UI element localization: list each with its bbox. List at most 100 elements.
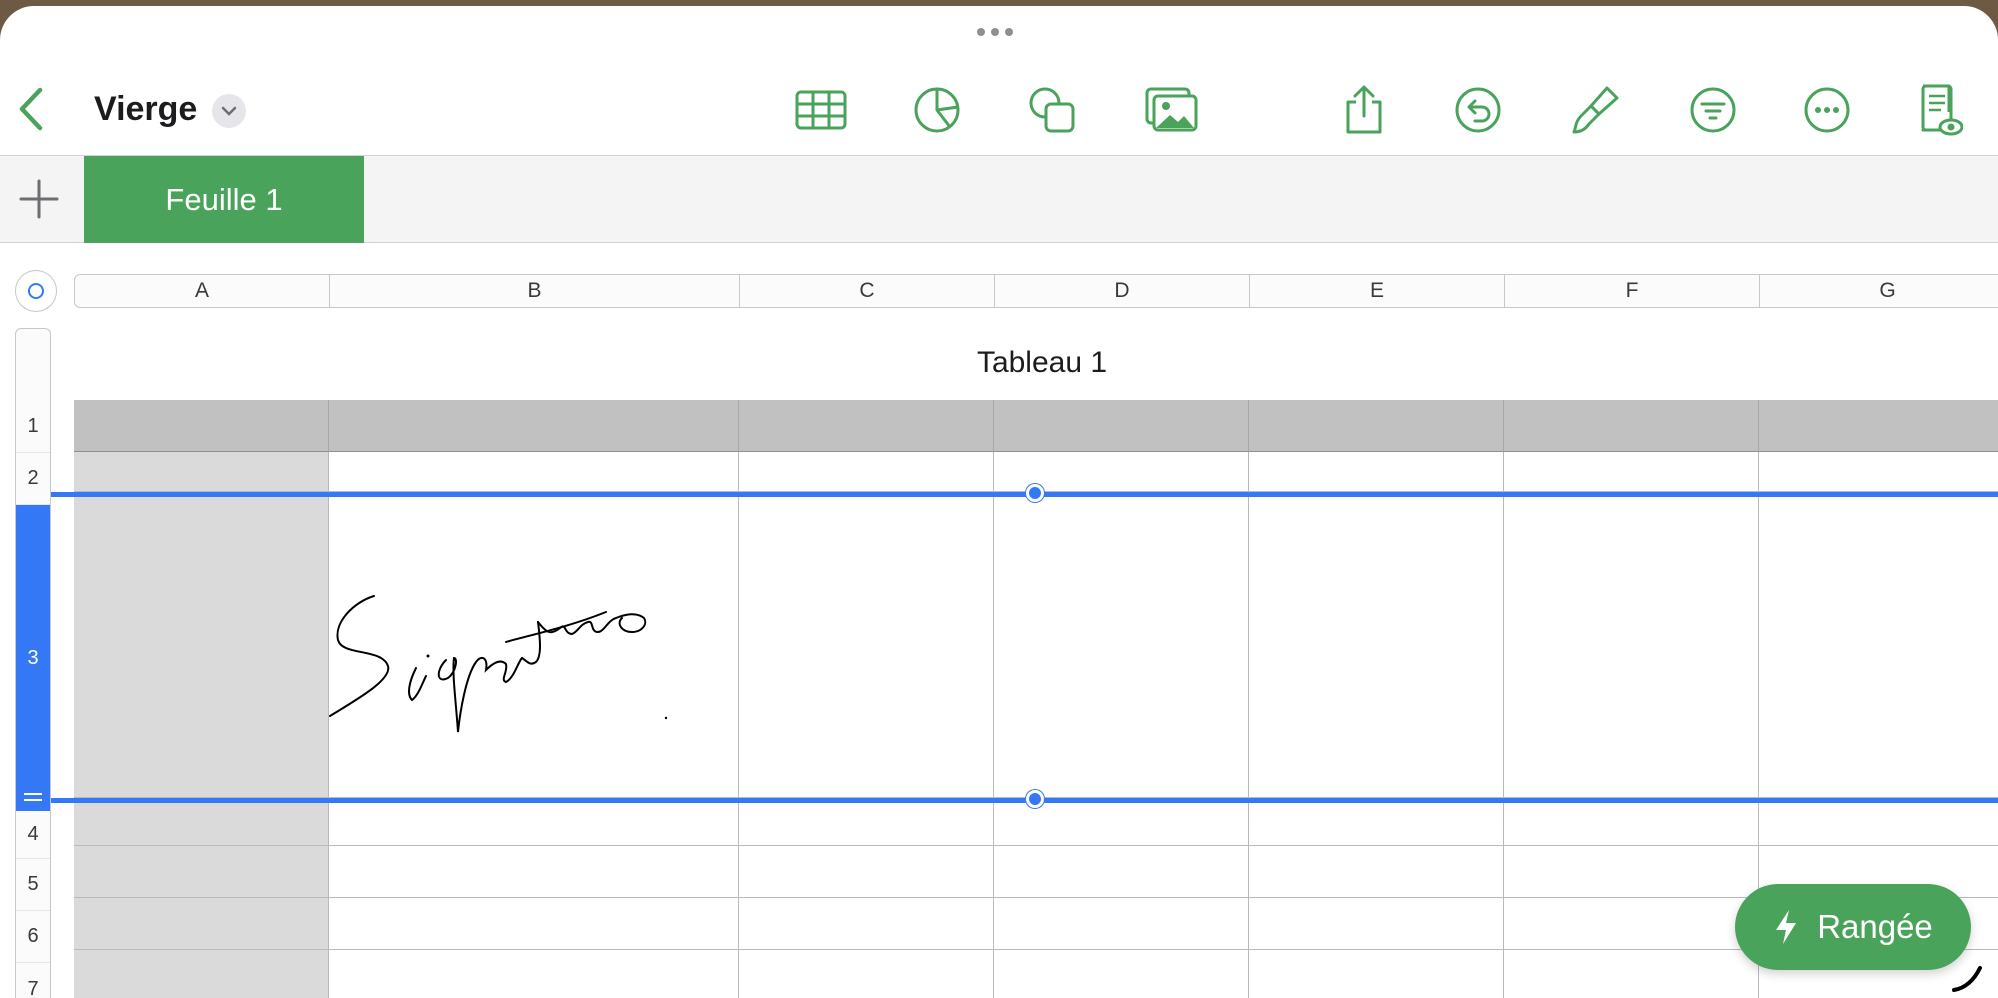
insert-media-button[interactable] <box>1142 80 1202 140</box>
undo-button[interactable] <box>1448 80 1508 140</box>
cell-e6[interactable] <box>1249 898 1504 950</box>
row-actions-label: Rangée <box>1817 908 1933 945</box>
row-header-6[interactable]: 6 <box>16 911 50 963</box>
cell-f2[interactable] <box>1504 452 1759 492</box>
row-header-1[interactable]: 1 <box>16 401 50 453</box>
cell-c6[interactable] <box>739 898 994 950</box>
cell-e4[interactable] <box>1249 798 1504 846</box>
row-header-4[interactable]: 4 <box>16 811 50 859</box>
app-window: Vierge Feuille 1 A B C D E F G 1 2 3 4 5… <box>0 6 1998 998</box>
window-grabber[interactable] <box>977 28 1013 36</box>
cell-f1[interactable] <box>1504 400 1759 452</box>
cell-d7[interactable] <box>994 950 1249 998</box>
cell-d1[interactable] <box>994 400 1249 452</box>
row-actions-button[interactable]: Rangée <box>1735 884 1971 970</box>
plus-icon <box>19 179 59 219</box>
row-header-7[interactable]: 7 <box>16 963 50 998</box>
filter-icon <box>1690 87 1736 133</box>
column-header-c[interactable]: C <box>740 275 995 307</box>
cell-b4[interactable] <box>329 798 739 846</box>
row-resize-handle[interactable] <box>24 793 42 801</box>
paintbrush-icon <box>1572 86 1619 134</box>
more-button[interactable] <box>1797 80 1857 140</box>
cell-d6[interactable] <box>994 898 1249 950</box>
cell-a5[interactable] <box>74 846 329 898</box>
cell-f4[interactable] <box>1504 798 1759 846</box>
cell-c3[interactable] <box>739 492 994 798</box>
cell-c4[interactable] <box>739 798 994 846</box>
back-button[interactable] <box>12 84 52 134</box>
cell-a7[interactable] <box>74 950 329 998</box>
cell-d5[interactable] <box>994 846 1249 898</box>
tab-feuille-1[interactable]: Feuille 1 <box>84 156 364 243</box>
cell-f6[interactable] <box>1504 898 1759 950</box>
signature-drawing[interactable] <box>326 562 746 742</box>
share-button[interactable] <box>1334 80 1394 140</box>
cell-e5[interactable] <box>1249 846 1504 898</box>
bolt-icon <box>1776 910 1797 944</box>
column-header-e[interactable]: E <box>1250 275 1505 307</box>
photo-icon <box>1145 87 1198 132</box>
pencil-scribble-icon <box>1952 966 1982 992</box>
row-selection-top-edge <box>51 492 1998 497</box>
insert-shape-button[interactable] <box>1022 80 1082 140</box>
cell-a6[interactable] <box>74 898 329 950</box>
document-title[interactable]: Vierge <box>94 90 197 129</box>
cell-c2[interactable] <box>739 452 994 492</box>
cell-b1[interactable] <box>329 400 739 452</box>
title-menu-button[interactable] <box>212 94 246 128</box>
document-eye-icon <box>1921 84 1963 136</box>
cell-a1[interactable] <box>74 400 329 452</box>
table-title[interactable]: Tableau 1 <box>0 346 1998 380</box>
cell-e1[interactable] <box>1249 400 1504 452</box>
cell-g4[interactable] <box>1759 798 1998 846</box>
selection-handle-bottom[interactable] <box>1026 790 1044 808</box>
circle-icon <box>28 283 44 299</box>
column-header-b[interactable]: B <box>330 275 740 307</box>
column-header-a[interactable]: A <box>75 275 330 307</box>
row-selection-bottom-edge <box>51 798 1998 803</box>
cell-f7[interactable] <box>1504 950 1759 998</box>
select-all-button[interactable] <box>15 270 57 312</box>
row-headers: 1 2 3 4 5 6 7 <box>15 328 51 998</box>
cell-a4[interactable] <box>74 798 329 846</box>
cell-d3[interactable] <box>994 492 1249 798</box>
row-header-5[interactable]: 5 <box>16 859 50 911</box>
chevron-left-icon <box>19 87 43 131</box>
cell-c1[interactable] <box>739 400 994 452</box>
row-header-3[interactable]: 3 <box>16 505 50 811</box>
cell-e2[interactable] <box>1249 452 1504 492</box>
add-sheet-button[interactable] <box>16 176 62 222</box>
cell-g2[interactable] <box>1759 452 1998 492</box>
filter-button[interactable] <box>1683 80 1743 140</box>
format-button[interactable] <box>1565 80 1625 140</box>
more-icon <box>1804 87 1850 133</box>
cell-e3[interactable] <box>1249 492 1504 798</box>
row-header-3-label: 3 <box>27 646 39 669</box>
cell-f5[interactable] <box>1504 846 1759 898</box>
toolbar: Vierge <box>0 46 1998 156</box>
column-header-g[interactable]: G <box>1760 275 1998 307</box>
cell-c7[interactable] <box>739 950 994 998</box>
cell-a3[interactable] <box>74 492 329 798</box>
cell-a2[interactable] <box>74 452 329 492</box>
row-header-2[interactable]: 2 <box>16 453 50 505</box>
insert-chart-button[interactable] <box>907 80 967 140</box>
cell-b6[interactable] <box>329 898 739 950</box>
cell-c5[interactable] <box>739 846 994 898</box>
column-header-f[interactable]: F <box>1505 275 1760 307</box>
reading-view-button[interactable] <box>1910 80 1970 140</box>
cell-f3[interactable] <box>1504 492 1759 798</box>
sheet-tabs-bar: Feuille 1 <box>0 155 1998 243</box>
cell-g3[interactable] <box>1759 492 1998 798</box>
insert-table-button[interactable] <box>791 80 851 140</box>
cell-b7[interactable] <box>329 950 739 998</box>
cell-e7[interactable] <box>1249 950 1504 998</box>
cell-b5[interactable] <box>329 846 739 898</box>
column-header-d[interactable]: D <box>995 275 1250 307</box>
selection-handle-top[interactable] <box>1026 484 1044 502</box>
cell-b2[interactable] <box>329 452 739 492</box>
shapes-icon <box>1029 87 1075 133</box>
cell-g1[interactable] <box>1759 400 1998 452</box>
share-icon <box>1346 85 1382 134</box>
